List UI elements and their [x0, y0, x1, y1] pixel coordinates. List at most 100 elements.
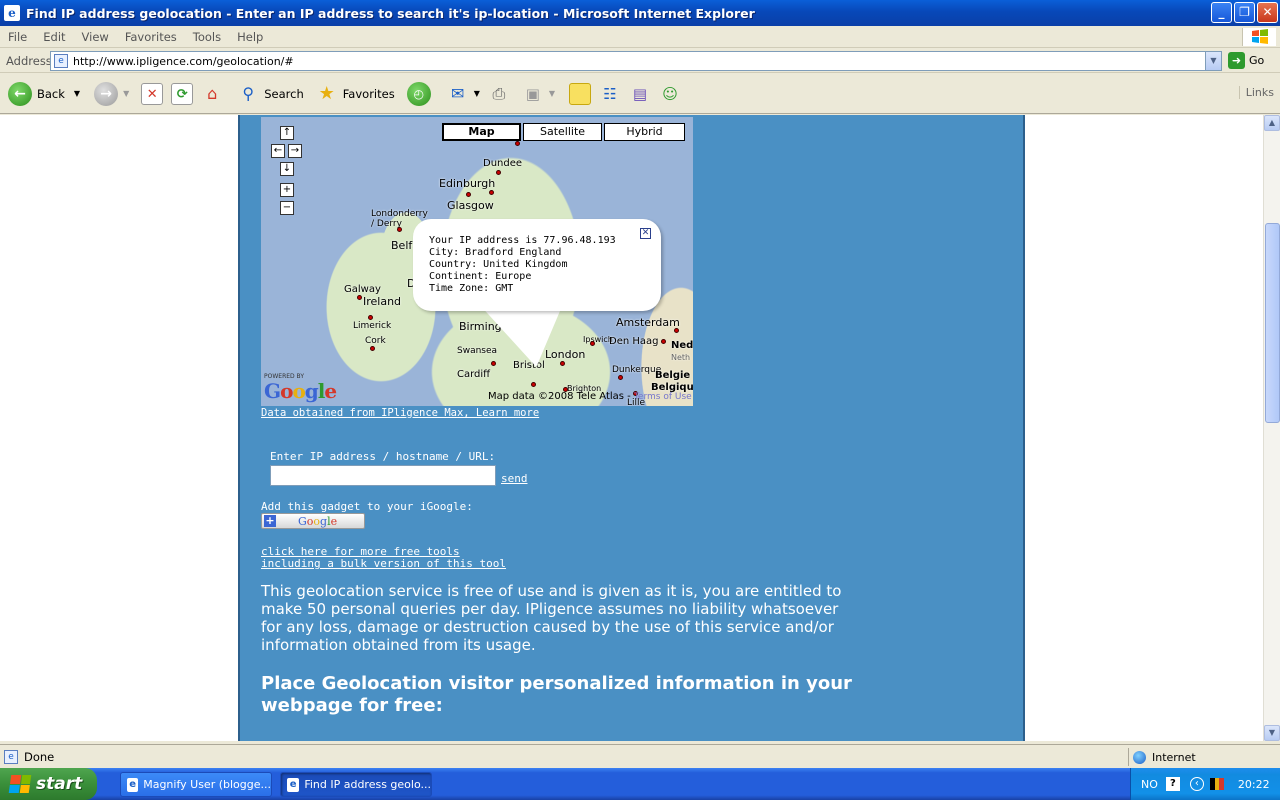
map-type-hybrid[interactable]: Hybrid	[604, 123, 685, 141]
ip-input-label: Enter IP address / hostname / URL:	[270, 450, 496, 463]
menu-file[interactable]: File	[0, 30, 35, 44]
city-label: Glasgow	[447, 199, 494, 212]
city-marker	[661, 339, 666, 344]
address-bar: Address e http://www.ipligence.com/geolo…	[0, 49, 1280, 73]
menu-edit[interactable]: Edit	[35, 30, 73, 44]
google-logo-letter: g	[304, 379, 319, 403]
city-label: Neth	[671, 353, 691, 362]
address-input[interactable]: e http://www.ipligence.com/geolocation/#…	[50, 51, 1222, 71]
city-label: Edinburgh	[439, 177, 496, 190]
forward-arrow-icon: →	[94, 81, 119, 106]
favorites-button[interactable]: ★ Favorites	[316, 83, 395, 105]
terms-of-use-link[interactable]: Terms of Use	[634, 392, 692, 402]
links-label[interactable]: Links	[1238, 86, 1274, 99]
stop-button[interactable]: ✕	[141, 82, 164, 105]
google-logo[interactable]: Google	[264, 379, 337, 403]
map-type-satellite[interactable]: Satellite	[523, 123, 602, 141]
research-icon: ▤	[632, 84, 648, 103]
zoom-out-icon[interactable]: −	[280, 201, 294, 215]
minimize-button[interactable]: _	[1211, 2, 1232, 23]
pan-left-icon[interactable]: ←	[271, 144, 285, 158]
city-label: Limerick	[353, 321, 392, 331]
pan-down-icon[interactable]: ↓	[280, 162, 294, 176]
address-url[interactable]: http://www.ipligence.com/geolocation/#	[73, 55, 294, 68]
scroll-up-icon[interactable]: ▲	[1264, 115, 1280, 131]
page-done-icon: e	[4, 749, 18, 764]
print-button[interactable]: ⎙	[488, 83, 510, 105]
research-button[interactable]: ▤	[629, 83, 651, 105]
star-icon: ★	[318, 82, 335, 104]
ie-icon: e	[127, 777, 139, 792]
info-ip-address: Your IP address is 77.96.48.193	[429, 235, 616, 246]
add-to-igoogle-button[interactable]: + Google	[261, 513, 365, 529]
zoom-in-icon[interactable]: +	[280, 183, 294, 197]
note-icon	[569, 82, 592, 105]
city-marker	[489, 190, 494, 195]
edit-dropdown-icon[interactable]: ▼	[549, 89, 555, 98]
google-logo-letter: e	[324, 379, 337, 403]
forward-dropdown-icon[interactable]: ▼	[123, 89, 129, 98]
menu-favorites[interactable]: Favorites	[117, 30, 185, 44]
back-label: Back	[37, 86, 65, 101]
history-button[interactable]: ◴	[406, 81, 431, 106]
help-icon[interactable]: ?	[1165, 777, 1180, 791]
search-label: Search	[264, 86, 304, 101]
forward-button[interactable]: → ▼	[94, 81, 129, 106]
task-label: Find IP address geolo...	[304, 778, 431, 791]
start-button[interactable]: start	[0, 768, 97, 800]
close-button[interactable]: ✕	[1257, 2, 1278, 23]
city-marker	[674, 328, 679, 333]
city-marker	[496, 170, 501, 175]
send-link[interactable]: send	[501, 472, 528, 485]
go-arrow-icon: ➜	[1228, 52, 1245, 69]
flag-icon[interactable]	[1209, 778, 1224, 790]
contacts-button[interactable]: ☺	[659, 83, 681, 105]
back-dropdown-icon[interactable]: ▼	[74, 89, 80, 98]
back-button[interactable]: ← Back ▼	[8, 81, 80, 106]
language-indicator[interactable]: NO	[1141, 778, 1158, 791]
show-hidden-icons-icon[interactable]: ‹	[1189, 777, 1204, 791]
mail-dropdown-icon[interactable]: ▼	[474, 89, 480, 98]
ip-input[interactable]	[270, 465, 496, 486]
globe-icon	[1133, 750, 1146, 764]
info-country: Country: United Kingdom	[429, 259, 568, 270]
pan-up-icon[interactable]: ↑	[280, 126, 294, 140]
scrollbar-thumb[interactable]	[1265, 223, 1280, 423]
taskbar-item-find-ip[interactable]: e Find IP address geolo...	[280, 772, 432, 797]
address-label: Address	[6, 53, 52, 68]
go-label: Go	[1249, 54, 1265, 67]
mail-button[interactable]: ✉ ▼	[447, 83, 480, 105]
menu-view[interactable]: View	[74, 30, 117, 44]
home-button[interactable]: ⌂	[201, 83, 223, 105]
page-icon: e	[54, 54, 68, 68]
plus-icon: +	[264, 514, 276, 527]
address-dropdown-icon[interactable]: ▼	[1205, 52, 1221, 70]
system-tray: NO ? ‹ 20:22	[1130, 768, 1280, 800]
notes-button[interactable]	[569, 82, 592, 105]
map-source-link[interactable]: Data obtained from IPligence Max, Learn …	[261, 407, 539, 419]
edit-button[interactable]: ▣ ▼	[522, 83, 555, 105]
menu-tools[interactable]: Tools	[185, 30, 229, 44]
map-copyright-text: Map data ©2008 Tele Atlas -	[488, 391, 631, 402]
menu-help[interactable]: Help	[229, 30, 271, 44]
refresh-button[interactable]: ⟳	[171, 82, 194, 105]
messenger-button[interactable]: ☷	[599, 83, 621, 105]
go-button[interactable]: ➜ Go	[1228, 52, 1264, 69]
search-icon: ⚲	[242, 83, 255, 103]
page-content-column: ↑ ← → ↓ + − Map Satellite Hybrid Dundee …	[238, 115, 1025, 741]
close-icon[interactable]: ✕	[640, 228, 651, 239]
maximize-button[interactable]: ❐	[1234, 2, 1255, 23]
bulk-tool-link[interactable]: including a bulk version of this tool	[261, 557, 506, 570]
mail-icon: ✉	[451, 83, 465, 103]
vertical-scrollbar[interactable]: ▲ ▼	[1263, 115, 1280, 741]
map-type-map[interactable]: Map	[442, 123, 521, 141]
back-arrow-icon: ←	[8, 81, 32, 106]
pan-right-icon[interactable]: →	[288, 144, 302, 158]
taskbar-item-magnify[interactable]: e Magnify User (blogge...	[120, 772, 272, 797]
search-button[interactable]: ⚲ Search	[237, 83, 304, 105]
google-map[interactable]: ↑ ← → ↓ + − Map Satellite Hybrid Dundee …	[261, 117, 693, 406]
google-logo-letter: o	[280, 379, 293, 403]
scroll-down-icon[interactable]: ▼	[1264, 725, 1280, 741]
city-label: Den Haag	[609, 336, 659, 347]
menu-bar: File Edit View Favorites Tools Help	[0, 26, 1280, 48]
